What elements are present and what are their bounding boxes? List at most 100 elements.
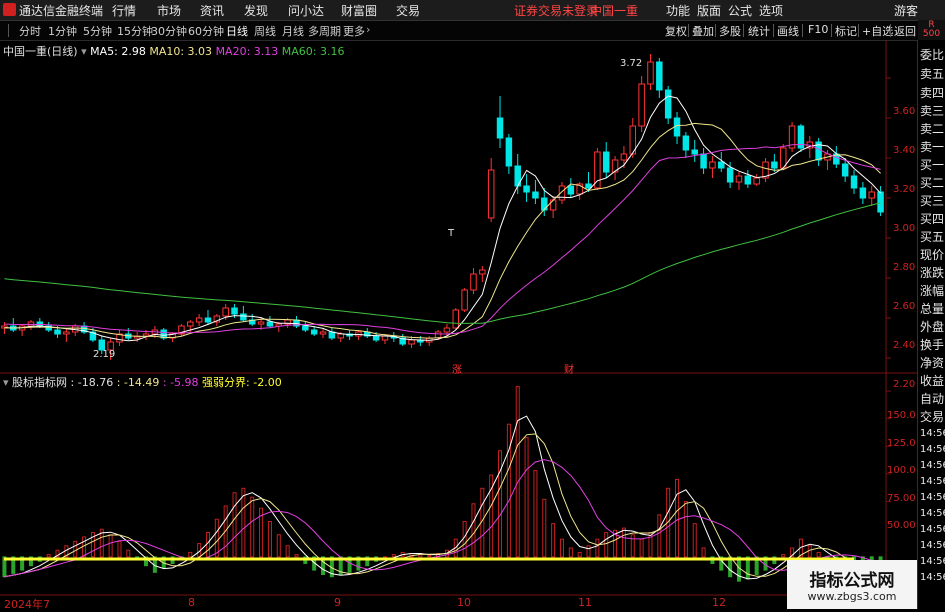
candle-body <box>310 329 318 335</box>
chevron-right-icon[interactable]: › <box>366 23 370 36</box>
side-buy1[interactable]: 买一 <box>920 156 944 173</box>
side-earnings: 收益 <box>920 374 945 388</box>
tool-duogu[interactable]: 多股 <box>719 23 741 39</box>
candle-body <box>532 191 539 199</box>
side-pct: 涨幅 <box>920 284 945 298</box>
legend-toggle-icon[interactable]: ▾ <box>81 45 87 58</box>
candle-body <box>54 329 61 335</box>
period-fenshi[interactable]: 分时 <box>19 23 41 39</box>
sub-tick: 150.0 <box>887 410 916 421</box>
side-sell5[interactable]: 卖五 <box>920 65 944 82</box>
kline-chart[interactable] <box>0 40 917 609</box>
tool-biaoji[interactable]: 标记 <box>835 23 857 39</box>
price-tick: 2.80 <box>893 262 916 273</box>
menu-caifuquan[interactable]: 财富圈 <box>341 2 377 19</box>
tool-huaxian[interactable]: 画线 <box>777 23 799 39</box>
period-5min[interactable]: 5分钟 <box>83 23 112 39</box>
candle-body <box>850 175 858 189</box>
period-more[interactable]: 更多 <box>343 23 365 39</box>
app-title: 通达信金融终端 <box>19 4 104 18</box>
indicator-bar <box>781 554 786 558</box>
period-15min[interactable]: 15分钟 <box>117 23 153 39</box>
candle-body <box>470 273 477 291</box>
side-buy5[interactable]: 买五 <box>920 228 944 245</box>
menu-banmian[interactable]: 版面 <box>697 2 721 19</box>
period-daily[interactable]: 日线 <box>226 23 248 39</box>
user-label[interactable]: 游客 <box>894 2 918 19</box>
menu-xuanxiang[interactable]: 选项 <box>759 2 783 19</box>
indicator-bar <box>250 496 255 558</box>
side-auto[interactable]: 自动 <box>920 390 944 407</box>
menu-jiaoyi[interactable]: 交易 <box>396 2 420 19</box>
period-30min[interactable]: 30分钟 <box>151 23 187 39</box>
period-60min[interactable]: 60分钟 <box>188 23 224 39</box>
date-label: 10 <box>457 596 471 609</box>
tool-f10[interactable]: F10 <box>808 23 828 36</box>
side-buy3[interactable]: 买三 <box>920 192 944 209</box>
indicator-bar <box>559 538 564 558</box>
candle-body <box>523 185 530 193</box>
period-weekly[interactable]: 周线 <box>254 23 276 39</box>
low-price-label: 2.19 <box>93 349 116 360</box>
side-weibi[interactable]: 委比 <box>920 46 944 63</box>
tool-add-watchlist[interactable]: +自选 <box>862 23 893 39</box>
candle-body <box>434 331 442 339</box>
sub-tick: 50.00 <box>887 520 916 531</box>
side-time: 14:56 <box>920 540 945 551</box>
side-time: 14:56 <box>920 444 945 455</box>
indicator-bar <box>108 534 113 558</box>
date-label: 12 <box>712 596 726 609</box>
ma20-line <box>4 143 881 335</box>
side-buy2[interactable]: 买二 <box>920 174 944 191</box>
candle-body <box>443 327 451 333</box>
cai-marker[interactable]: 财 <box>564 361 574 376</box>
menu-wenxiaoda[interactable]: 问小达 <box>288 2 324 19</box>
side-netasset: 净资 <box>920 356 945 370</box>
indicator-bar <box>117 540 122 558</box>
tool-back[interactable]: 返回 <box>894 23 916 39</box>
period-1min[interactable]: 1分钟 <box>48 23 77 39</box>
price-tick: 2.20 <box>893 379 916 390</box>
price-tick: 3.60 <box>893 106 916 117</box>
side-sell2[interactable]: 卖二 <box>920 120 944 137</box>
candle-body <box>664 89 672 119</box>
side-time: 14:56 <box>920 524 945 535</box>
menu-faxian[interactable]: 发现 <box>244 2 268 19</box>
indicator-bar <box>524 436 529 558</box>
candle-body <box>240 313 247 321</box>
menu-zixun[interactable]: 资讯 <box>200 2 224 19</box>
candle-body <box>735 175 743 183</box>
tool-tongji[interactable]: 统计 <box>748 23 770 39</box>
side-sell3[interactable]: 卖三 <box>920 102 944 119</box>
candle-body <box>744 175 752 185</box>
menu-bar: 通达信金融终端 行情 市场 资讯 发现 问小达 财富圈 交易 证券交易未登录 中… <box>0 0 945 21</box>
menu-gongneng[interactable]: 功能 <box>666 2 690 19</box>
candle-body <box>187 321 194 327</box>
sub-legend: ▾ 股标指标网 : -18.76 : -14.49 : -5.98 强弱分界: … <box>3 374 282 390</box>
menu-gongshi[interactable]: 公式 <box>728 2 752 19</box>
period-monthly[interactable]: 月线 <box>282 23 304 39</box>
price-tick: 3.00 <box>893 223 916 234</box>
login-notice[interactable]: 证券交易未登录 <box>514 2 598 19</box>
indicator-bar <box>692 523 697 558</box>
indicator-bar <box>816 551 821 558</box>
legend-ma10: MA10: 3.03 <box>149 45 213 58</box>
menu-shichang[interactable]: 市场 <box>157 2 181 19</box>
sub-legend-toggle-icon[interactable]: ▾ <box>3 376 9 389</box>
menu-hangqing[interactable]: 行情 <box>112 2 136 19</box>
side-buy4[interactable]: 买四 <box>920 210 944 227</box>
side-sell4[interactable]: 卖四 <box>920 84 944 101</box>
period-multi[interactable]: 多周期 <box>308 23 341 39</box>
tool-diejia[interactable]: 叠加 <box>692 23 714 39</box>
candle-body <box>222 307 229 317</box>
zhang-marker[interactable]: 涨 <box>452 361 462 376</box>
candle-body <box>691 149 698 155</box>
candle-body <box>726 167 734 183</box>
side-turnover: 换手 <box>920 338 945 352</box>
indicator-bar <box>586 545 591 558</box>
high-price-label: 3.72 <box>620 58 643 69</box>
side-sell1[interactable]: 卖一 <box>920 138 944 155</box>
candle-body <box>257 321 265 325</box>
tool-fuquan[interactable]: 复权 <box>665 23 687 39</box>
side-trade[interactable]: 交易 <box>920 408 944 425</box>
